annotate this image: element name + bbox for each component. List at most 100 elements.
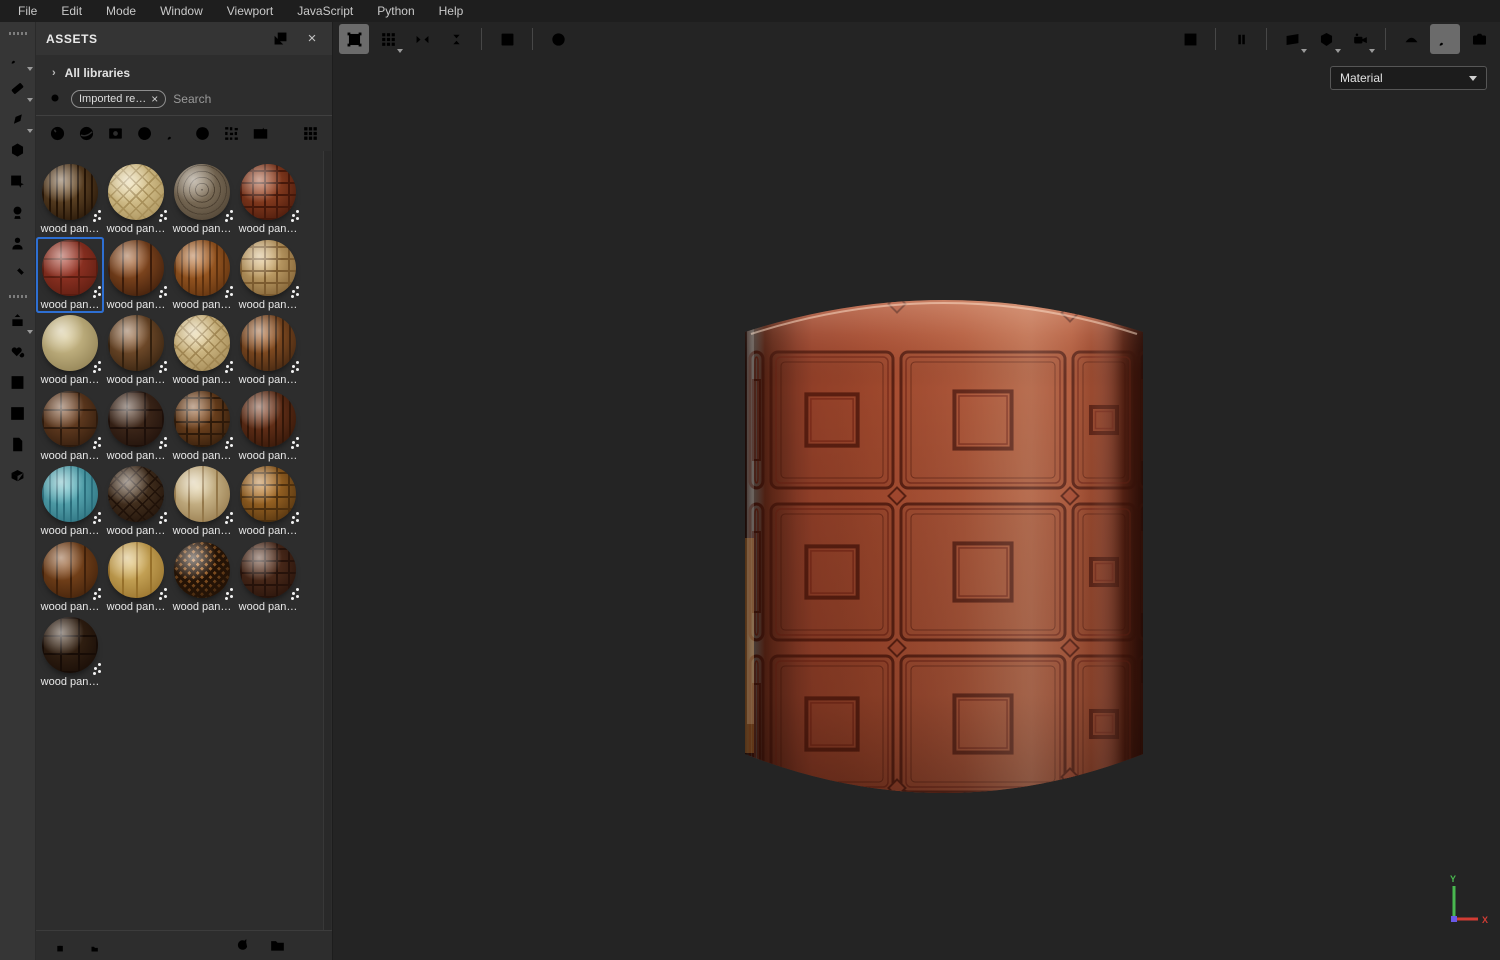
open-assets-folder[interactable]	[266, 935, 288, 957]
asset-item[interactable]: wood pan…	[236, 163, 300, 235]
menu-file[interactable]: File	[6, 1, 49, 21]
paint-mode[interactable]	[1430, 24, 1460, 54]
asset-thumbnail[interactable]	[174, 541, 230, 598]
refresh-assets[interactable]	[231, 935, 253, 957]
search-input[interactable]: Imported re… × Search	[36, 85, 332, 115]
shading-mode-dropdown[interactable]: Material	[1330, 66, 1487, 90]
asset-item[interactable]: wood pan…	[170, 465, 234, 537]
marquee-projection[interactable]	[339, 24, 369, 54]
filter-smart-masks[interactable]	[101, 120, 130, 146]
model-cylinder[interactable]	[745, 288, 1143, 833]
asset-thumbnail[interactable]	[174, 390, 230, 447]
toolbar-drag-handle[interactable]	[8, 32, 27, 35]
asset-thumbnail[interactable]	[108, 164, 164, 220]
smudge-tool[interactable]	[3, 166, 33, 196]
clone-tool[interactable]	[3, 197, 33, 227]
asset-item[interactable]: wood pan…	[170, 314, 234, 386]
asset-thumbnail[interactable]	[240, 541, 296, 598]
screenshot[interactable]	[1464, 24, 1494, 54]
asset-thumbnail[interactable]	[108, 239, 164, 296]
asset-item[interactable]: wood pan…	[38, 616, 102, 688]
menu-python[interactable]: Python	[365, 1, 426, 21]
export-list-save[interactable]	[45, 935, 67, 957]
filter-brushes[interactable]	[159, 120, 188, 146]
view-mode-grid[interactable]	[296, 120, 325, 146]
add-frame[interactable]	[492, 24, 522, 54]
remove-tag-icon[interactable]: ×	[151, 92, 158, 106]
asset-thumbnail[interactable]	[108, 466, 164, 522]
resources-updater[interactable]	[3, 336, 33, 366]
asset-item[interactable]: wood pan…	[38, 314, 102, 386]
asset-item[interactable]: wood pan…	[104, 390, 168, 462]
filter-environments[interactable]	[188, 120, 217, 146]
stamp-tool[interactable]	[3, 228, 33, 258]
asset-item[interactable]: wood pan…	[236, 314, 300, 386]
projection-view[interactable]	[1277, 24, 1307, 54]
environment-settings[interactable]	[1396, 24, 1426, 54]
menu-viewport[interactable]: Viewport	[215, 1, 285, 21]
library-package[interactable]	[3, 460, 33, 490]
lazy-mouse-off[interactable]	[1175, 24, 1205, 54]
asset-item[interactable]: wood pan…	[236, 239, 300, 311]
library-selector[interactable]: › All libraries	[36, 55, 332, 85]
close-panel-icon[interactable]: ×	[302, 29, 322, 49]
filter-filters[interactable]	[130, 120, 159, 146]
camera-view[interactable]	[1345, 24, 1375, 54]
asset-thumbnail[interactable]	[42, 315, 98, 371]
document-resources[interactable]	[3, 429, 33, 459]
viewport[interactable]: Material Y X	[333, 22, 1500, 960]
symmetry-off[interactable]	[543, 24, 573, 54]
asset-thumbnail[interactable]	[42, 390, 98, 447]
menu-edit[interactable]: Edit	[49, 1, 94, 21]
polygon-fill-tool[interactable]	[3, 135, 33, 165]
asset-thumbnail[interactable]	[174, 239, 230, 296]
asset-thumbnail[interactable]	[42, 541, 98, 598]
asset-thumbnail[interactable]	[240, 239, 296, 296]
asset-item[interactable]: wood pan…	[38, 239, 102, 311]
asset-thumbnail[interactable]	[240, 466, 296, 522]
asset-thumbnail[interactable]	[240, 315, 296, 371]
projection-tool[interactable]	[3, 104, 33, 134]
menu-javascript[interactable]: JavaScript	[285, 1, 365, 21]
asset-item[interactable]: wood pan…	[104, 314, 168, 386]
eraser-tool[interactable]	[3, 73, 33, 103]
asset-item[interactable]: wood pan…	[104, 465, 168, 537]
export-textures[interactable]	[3, 305, 33, 335]
import-resources[interactable]	[301, 935, 323, 957]
mirror-vertical[interactable]	[441, 24, 471, 54]
asset-thumbnail[interactable]	[42, 617, 98, 673]
paint-tool[interactable]	[3, 42, 33, 72]
asset-thumbnail[interactable]	[174, 315, 230, 371]
menu-mode[interactable]: Mode	[94, 1, 148, 21]
asset-thumbnail[interactable]	[108, 541, 164, 598]
search-tag[interactable]: Imported re… ×	[71, 90, 167, 108]
history-tool[interactable]	[3, 367, 33, 397]
asset-item[interactable]: wood pan…	[38, 390, 102, 462]
menu-window[interactable]: Window	[148, 1, 215, 21]
asset-thumbnail[interactable]	[42, 466, 98, 522]
asset-item[interactable]: wood pan…	[104, 163, 168, 235]
filter-procedurals[interactable]	[217, 120, 246, 146]
asset-thumbnail[interactable]	[240, 164, 296, 220]
assets-scrollbar[interactable]	[323, 151, 331, 930]
mesh-view[interactable]	[1311, 24, 1341, 54]
tiling-mode[interactable]	[373, 24, 403, 54]
pause-engine[interactable]	[1226, 24, 1256, 54]
asset-thumbnail[interactable]	[174, 466, 230, 522]
asset-thumbnail[interactable]	[108, 315, 164, 371]
asset-item[interactable]: wood pan…	[170, 163, 234, 235]
transform-tool[interactable]	[3, 398, 33, 428]
asset-thumbnail[interactable]	[42, 239, 98, 296]
filter-materials[interactable]	[43, 120, 72, 146]
asset-item[interactable]: wood pan…	[104, 239, 168, 311]
asset-thumbnail[interactable]	[174, 164, 230, 220]
asset-item[interactable]: wood pan…	[170, 541, 234, 613]
toolbar-drag-handle[interactable]	[8, 295, 27, 298]
asset-item[interactable]: wood pan…	[236, 390, 300, 462]
filter-smart-materials[interactable]	[72, 120, 101, 146]
asset-item[interactable]: wood pan…	[104, 541, 168, 613]
asset-item[interactable]: wood pan…	[170, 239, 234, 311]
export-list-folder[interactable]	[80, 935, 102, 957]
asset-item[interactable]: wood pan…	[38, 541, 102, 613]
asset-thumbnail[interactable]	[108, 390, 164, 447]
